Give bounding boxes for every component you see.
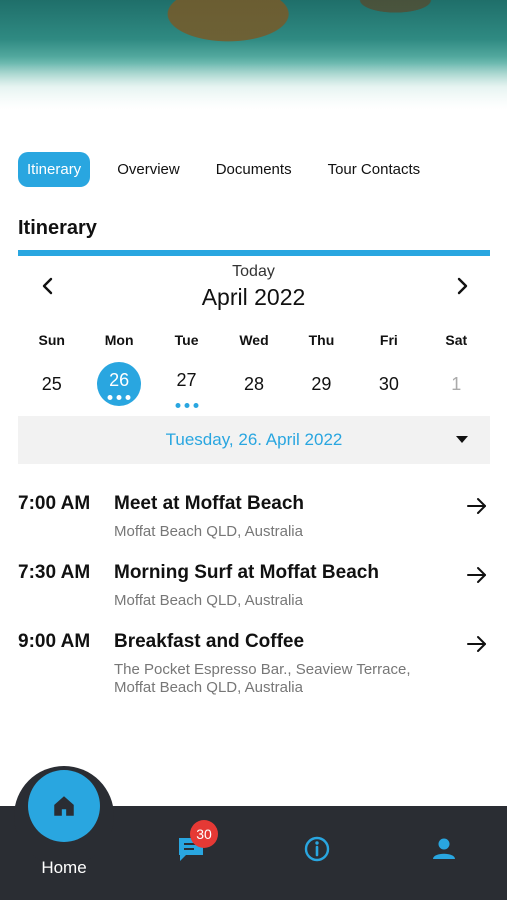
tab-bar: Itinerary Overview Documents Tour Contac… xyxy=(18,152,429,187)
event-title: Meet at Moffat Beach xyxy=(114,493,305,514)
weekday-header: Sun Mon Tue Wed Thu Fri Sat xyxy=(18,332,490,348)
arrow-right-icon[interactable] xyxy=(466,633,488,655)
calendar-day[interactable]: 30 xyxy=(355,362,422,406)
weekday-label: Wed xyxy=(239,332,269,348)
event-location: Moffat Beach QLD, Australia xyxy=(114,592,303,609)
weekday-label: Sun xyxy=(38,332,65,348)
section-title: Itinerary xyxy=(18,217,97,239)
day-number: 25 xyxy=(41,373,62,394)
messages-badge: 30 xyxy=(190,820,218,848)
calendar-day[interactable]: 1 xyxy=(423,362,490,406)
arrow-right-icon[interactable] xyxy=(466,495,488,517)
tab-documents[interactable]: Documents xyxy=(207,152,301,187)
header-photo-fade xyxy=(0,0,507,140)
home-icon xyxy=(54,796,74,816)
event-title: Morning Surf at Moffat Beach xyxy=(114,562,379,583)
arrow-right-icon[interactable] xyxy=(466,564,488,586)
event-dots xyxy=(107,395,131,400)
calendar-day[interactable]: 27 xyxy=(153,362,220,408)
event-title: Breakfast and Coffee xyxy=(114,631,305,652)
calendar-day-selected[interactable]: 26 xyxy=(85,362,152,406)
weekday-label: Mon xyxy=(104,332,134,348)
section-divider xyxy=(18,250,490,256)
weekday-label: Tue xyxy=(174,332,199,348)
tab-itinerary[interactable]: Itinerary xyxy=(18,152,91,187)
week-days-row: 25 26 27 28 29 30 1 xyxy=(18,362,490,408)
day-number: 1 xyxy=(451,373,462,394)
today-button[interactable]: Today xyxy=(0,263,507,281)
calendar-day[interactable]: 25 xyxy=(18,362,85,406)
weekday-label: Sat xyxy=(445,332,468,348)
event-location: Moffat Beach QLD, Australia xyxy=(114,523,303,540)
chevron-right-icon[interactable] xyxy=(452,276,472,296)
home-label: Home xyxy=(41,858,87,877)
date-selector[interactable]: Tuesday, 26. April 2022 xyxy=(18,416,490,464)
event-time: 7:30 AM xyxy=(18,562,91,583)
event-dots xyxy=(175,403,199,408)
calendar-day[interactable]: 29 xyxy=(288,362,355,406)
weekday-label: Fri xyxy=(379,332,398,348)
event-list: 7:00 AM Meet at Moffat Beach Moffat Beac… xyxy=(18,485,490,713)
event-location: The Pocket Espresso Bar., Seaview Terrac… xyxy=(114,661,411,696)
event-item[interactable]: 7:30 AM Morning Surf at Moffat Beach Mof… xyxy=(18,554,490,623)
event-time: 9:00 AM xyxy=(18,631,91,652)
day-number: 26 xyxy=(109,369,130,390)
calendar-day[interactable]: 28 xyxy=(220,362,287,406)
caret-down-icon xyxy=(456,436,468,443)
month-title: April 2022 xyxy=(201,284,306,310)
info-icon[interactable] xyxy=(302,834,332,864)
tab-overview[interactable]: Overview xyxy=(108,152,189,187)
profile-icon[interactable] xyxy=(429,834,459,864)
day-number: 29 xyxy=(311,373,332,394)
weekday-label: Thu xyxy=(308,332,335,348)
day-number: 27 xyxy=(176,369,197,390)
event-item[interactable]: 7:00 AM Meet at Moffat Beach Moffat Beac… xyxy=(18,485,490,554)
event-time: 7:00 AM xyxy=(18,493,91,514)
day-number: 28 xyxy=(243,373,264,394)
day-number: 30 xyxy=(378,373,399,394)
tab-tour-contacts[interactable]: Tour Contacts xyxy=(319,152,430,187)
event-item[interactable]: 9:00 AM Breakfast and Coffee The Pocket … xyxy=(18,623,490,713)
selected-date-label: Tuesday, 26. April 2022 xyxy=(165,430,343,449)
home-button[interactable] xyxy=(28,770,100,842)
